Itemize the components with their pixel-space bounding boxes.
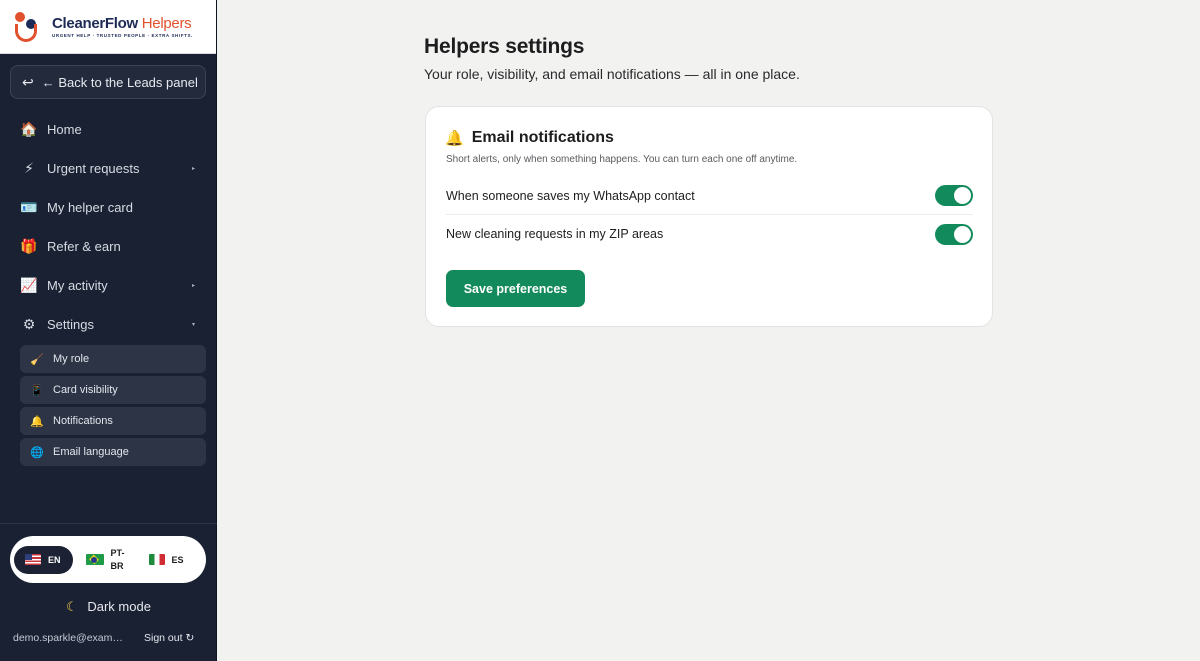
notification-option-label: When someone saves my WhatsApp contact — [446, 188, 695, 203]
card-description: Short alerts, only when something happen… — [446, 154, 798, 165]
card-title: 🔔 Email notifications — [445, 129, 614, 147]
language-option-pt-br[interactable]: PT-BR — [85, 547, 129, 573]
notification-option-label: New cleaning requests in my ZIP areas — [446, 227, 664, 241]
brand-name-part2: Helpers — [141, 15, 192, 32]
notification-option-row: New cleaning requests in my ZIP areas — [446, 215, 973, 253]
return-arrow-icon: ↩ — [22, 73, 34, 90]
sidebar-item-label: My helper card — [47, 200, 133, 215]
language-code: ES — [171, 554, 184, 565]
sidebar-item-label: My activity — [47, 278, 108, 293]
bell-icon: 🔔 — [30, 415, 44, 428]
language-switcher: EN PT-BR ES — [10, 536, 206, 583]
language-code: EN — [48, 554, 61, 565]
sidebar-item-urgent-requests[interactable]: ⚡ Urgent requests ▸ — [0, 149, 217, 188]
whatsapp-contact-toggle[interactable] — [935, 185, 973, 206]
toggle-knob — [954, 225, 971, 243]
brazil-flag-icon — [85, 554, 104, 565]
save-preferences-button[interactable]: Save preferences — [446, 270, 585, 307]
gear-icon: ⚙ — [22, 316, 36, 332]
cleanerflow-logo-icon — [12, 10, 46, 44]
toggle-knob — [954, 187, 971, 204]
page-subtitle: Your role, visibility, and email notific… — [424, 66, 800, 82]
dark-mode-label: Dark mode — [87, 599, 151, 614]
sidebar-divider — [0, 523, 217, 524]
chevron-right-icon: › — [191, 76, 194, 86]
sidebar-item-my-activity[interactable]: 📈 My activity ▸ — [0, 266, 217, 305]
chart-icon: 📈 — [20, 277, 38, 293]
sidebar-item-label: Settings — [47, 317, 94, 332]
user-email: demo.sparkle@exampl... — [13, 632, 128, 644]
sidebar-nav: 🏠 Home ⚡ Urgent requests ▸ 🪪 My helper c… — [0, 110, 217, 344]
moon-icon: ☾ — [66, 599, 78, 614]
role-icon: 🧹 — [30, 353, 44, 366]
dark-mode-toggle[interactable]: ☾ Dark mode — [0, 599, 217, 615]
language-option-es[interactable]: ES — [148, 554, 184, 565]
es-flag-icon — [148, 554, 165, 565]
sidebar-item-label: Urgent requests — [47, 161, 140, 176]
brand-tagline: URGENT HELP · TRUSTED PEOPLE · EXTRA SHI… — [52, 33, 193, 38]
language-code: PT-BR — [110, 547, 125, 571]
us-flag-icon — [25, 554, 41, 565]
lightning-icon: ⚡ — [24, 160, 34, 176]
subnav-item-label: Email language — [53, 446, 129, 458]
subnav-item-email-language[interactable]: 🌐 Email language — [20, 438, 206, 466]
language-option-en[interactable]: EN — [14, 545, 73, 574]
id-card-icon: 🪪 — [20, 199, 38, 215]
brand-text: CleanerFlow Helpers URGENT HELP · TRUSTE… — [52, 15, 193, 38]
sidebar: CleanerFlow Helpers URGENT HELP · TRUSTE… — [0, 0, 217, 661]
refresh-icon: ↻ — [185, 632, 195, 644]
sidebar-item-refer-earn[interactable]: 🎁 Refer & earn — [0, 227, 217, 266]
house-icon: 🏠 — [20, 121, 38, 137]
sidebar-item-settings[interactable]: ⚙ Settings ▾ — [0, 305, 217, 344]
caret-icon: ▸ — [191, 283, 195, 289]
gift-icon: 🎁 — [20, 238, 38, 254]
subnav-item-label: Notifications — [53, 415, 113, 427]
notification-option-row: When someone saves my WhatsApp contact — [446, 177, 973, 215]
subnav-item-label: Card visibility — [53, 384, 118, 396]
sidebar-item-home[interactable]: 🏠 Home — [0, 110, 217, 149]
globe-icon: 🌐 — [30, 446, 44, 459]
email-notifications-card: 🔔 Email notifications Short alerts, only… — [425, 106, 993, 327]
settings-subnav: 🧹 My role 📱 Card visibility 🔔 Notificati… — [20, 345, 206, 469]
subnav-item-card-visibility[interactable]: 📱 Card visibility — [20, 376, 206, 404]
sidebar-item-my-helper-card[interactable]: 🪪 My helper card — [0, 188, 217, 227]
page-title: Helpers settings — [424, 35, 585, 58]
caret-icon: ▾ — [191, 322, 195, 328]
sign-out-label: Sign out — [144, 632, 183, 644]
back-to-leads-button[interactable]: ↩ ← Back to the Leads panel › — [10, 65, 206, 99]
brand-name: CleanerFlow Helpers — [52, 15, 193, 32]
phone-icon: 📱 — [30, 384, 44, 397]
sign-out-button[interactable]: Sign out ↻ — [144, 632, 194, 644]
back-to-leads-label: ← Back to the Leads panel — [41, 74, 198, 90]
card-title-text: Email notifications — [471, 129, 614, 146]
subnav-item-my-role[interactable]: 🧹 My role — [20, 345, 206, 373]
bell-icon: 🔔 — [445, 130, 464, 147]
zip-requests-toggle[interactable] — [935, 223, 973, 245]
sidebar-item-label: Refer & earn — [47, 239, 121, 254]
subnav-item-notifications[interactable]: 🔔 Notifications — [20, 407, 206, 435]
caret-icon: ▸ — [191, 166, 195, 172]
sidebar-item-label: Home — [47, 122, 82, 137]
subnav-item-label: My role — [53, 353, 90, 365]
brand-name-part1: CleanerFlow — [52, 15, 138, 32]
brand-logo[interactable]: CleanerFlow Helpers URGENT HELP · TRUSTE… — [0, 0, 216, 54]
